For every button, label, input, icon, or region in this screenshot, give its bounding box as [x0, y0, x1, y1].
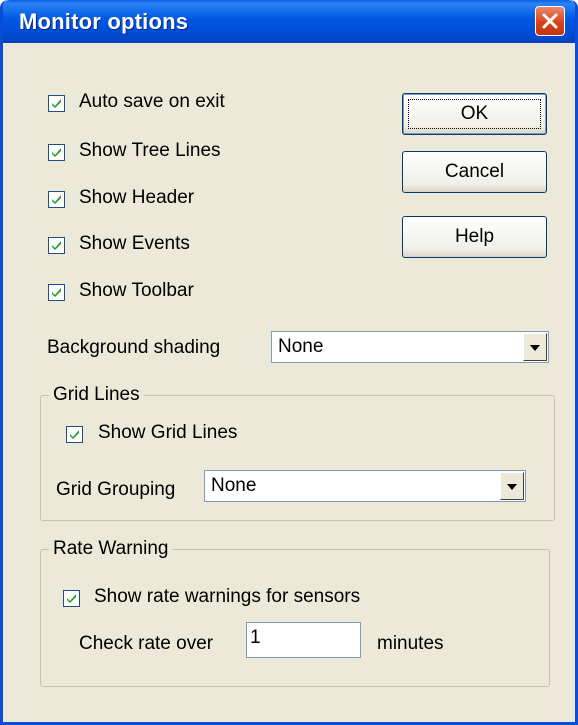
checkbox-show-events[interactable]	[48, 237, 65, 254]
ok-button[interactable]: OK	[402, 93, 547, 135]
background-shading-select[interactable]: None	[271, 331, 549, 363]
checkmark-icon	[52, 288, 61, 297]
option-label: Show Events	[79, 233, 190, 254]
checkbox-show-tree-lines[interactable]	[48, 144, 65, 161]
checkmark-icon	[67, 594, 76, 603]
close-button[interactable]	[535, 6, 565, 36]
rate-warning-group: Rate Warning	[40, 538, 550, 687]
option-label: Show Tree Lines	[79, 140, 221, 161]
chevron-down-icon	[530, 345, 540, 351]
checkbox-show-header[interactable]	[48, 191, 65, 208]
grid-lines-group: Grid Lines	[40, 384, 555, 521]
grid-grouping-value: None	[211, 475, 257, 496]
checkbox-show-toolbar[interactable]	[48, 284, 65, 301]
check-rate-input[interactable]	[250, 627, 350, 649]
checkmark-icon	[52, 99, 61, 108]
dropdown-button[interactable]	[500, 472, 524, 500]
window-title: Monitor options	[19, 9, 189, 34]
checkmark-icon	[52, 195, 61, 204]
chevron-down-icon	[507, 484, 517, 490]
cancel-button-label: Cancel	[444, 161, 505, 182]
checkmark-icon	[52, 148, 61, 157]
option-label: Auto save on exit	[79, 91, 225, 112]
help-button[interactable]: Help	[402, 216, 547, 258]
help-button-label: Help	[454, 226, 495, 247]
rate-warning-title: Rate Warning	[49, 538, 173, 560]
minutes-label: minutes	[377, 633, 444, 654]
title-bar[interactable]: Monitor options	[3, 0, 575, 43]
check-rate-field[interactable]	[246, 622, 361, 658]
background-shading-label: Background shading	[47, 337, 221, 358]
focus-rectangle	[408, 99, 541, 129]
monitor-options-dialog: Monitor options Auto save on exit Show T…	[0, 0, 578, 725]
option-label: Show Toolbar	[79, 280, 194, 301]
show-rate-warnings-label: Show rate warnings for sensors	[94, 586, 361, 607]
dropdown-button[interactable]	[523, 333, 547, 361]
grid-grouping-select[interactable]: None	[204, 470, 526, 502]
checkbox-show-rate-warnings[interactable]	[63, 590, 80, 607]
check-rate-label: Check rate over	[79, 633, 214, 654]
grid-lines-title: Grid Lines	[49, 384, 144, 406]
checkbox-auto-save[interactable]	[48, 95, 65, 112]
background-shading-value: None	[278, 336, 324, 357]
checkbox-show-grid-lines[interactable]	[66, 426, 83, 443]
close-icon	[542, 13, 558, 29]
checkmark-icon	[52, 241, 61, 250]
option-label: Show Header	[79, 187, 195, 208]
show-grid-lines-label: Show Grid Lines	[98, 422, 238, 443]
cancel-button[interactable]: Cancel	[402, 151, 547, 193]
grid-grouping-label: Grid Grouping	[56, 479, 176, 500]
checkmark-icon	[70, 430, 79, 439]
dialog-content: Auto save on exit Show Tree Lines Show H…	[3, 43, 575, 722]
